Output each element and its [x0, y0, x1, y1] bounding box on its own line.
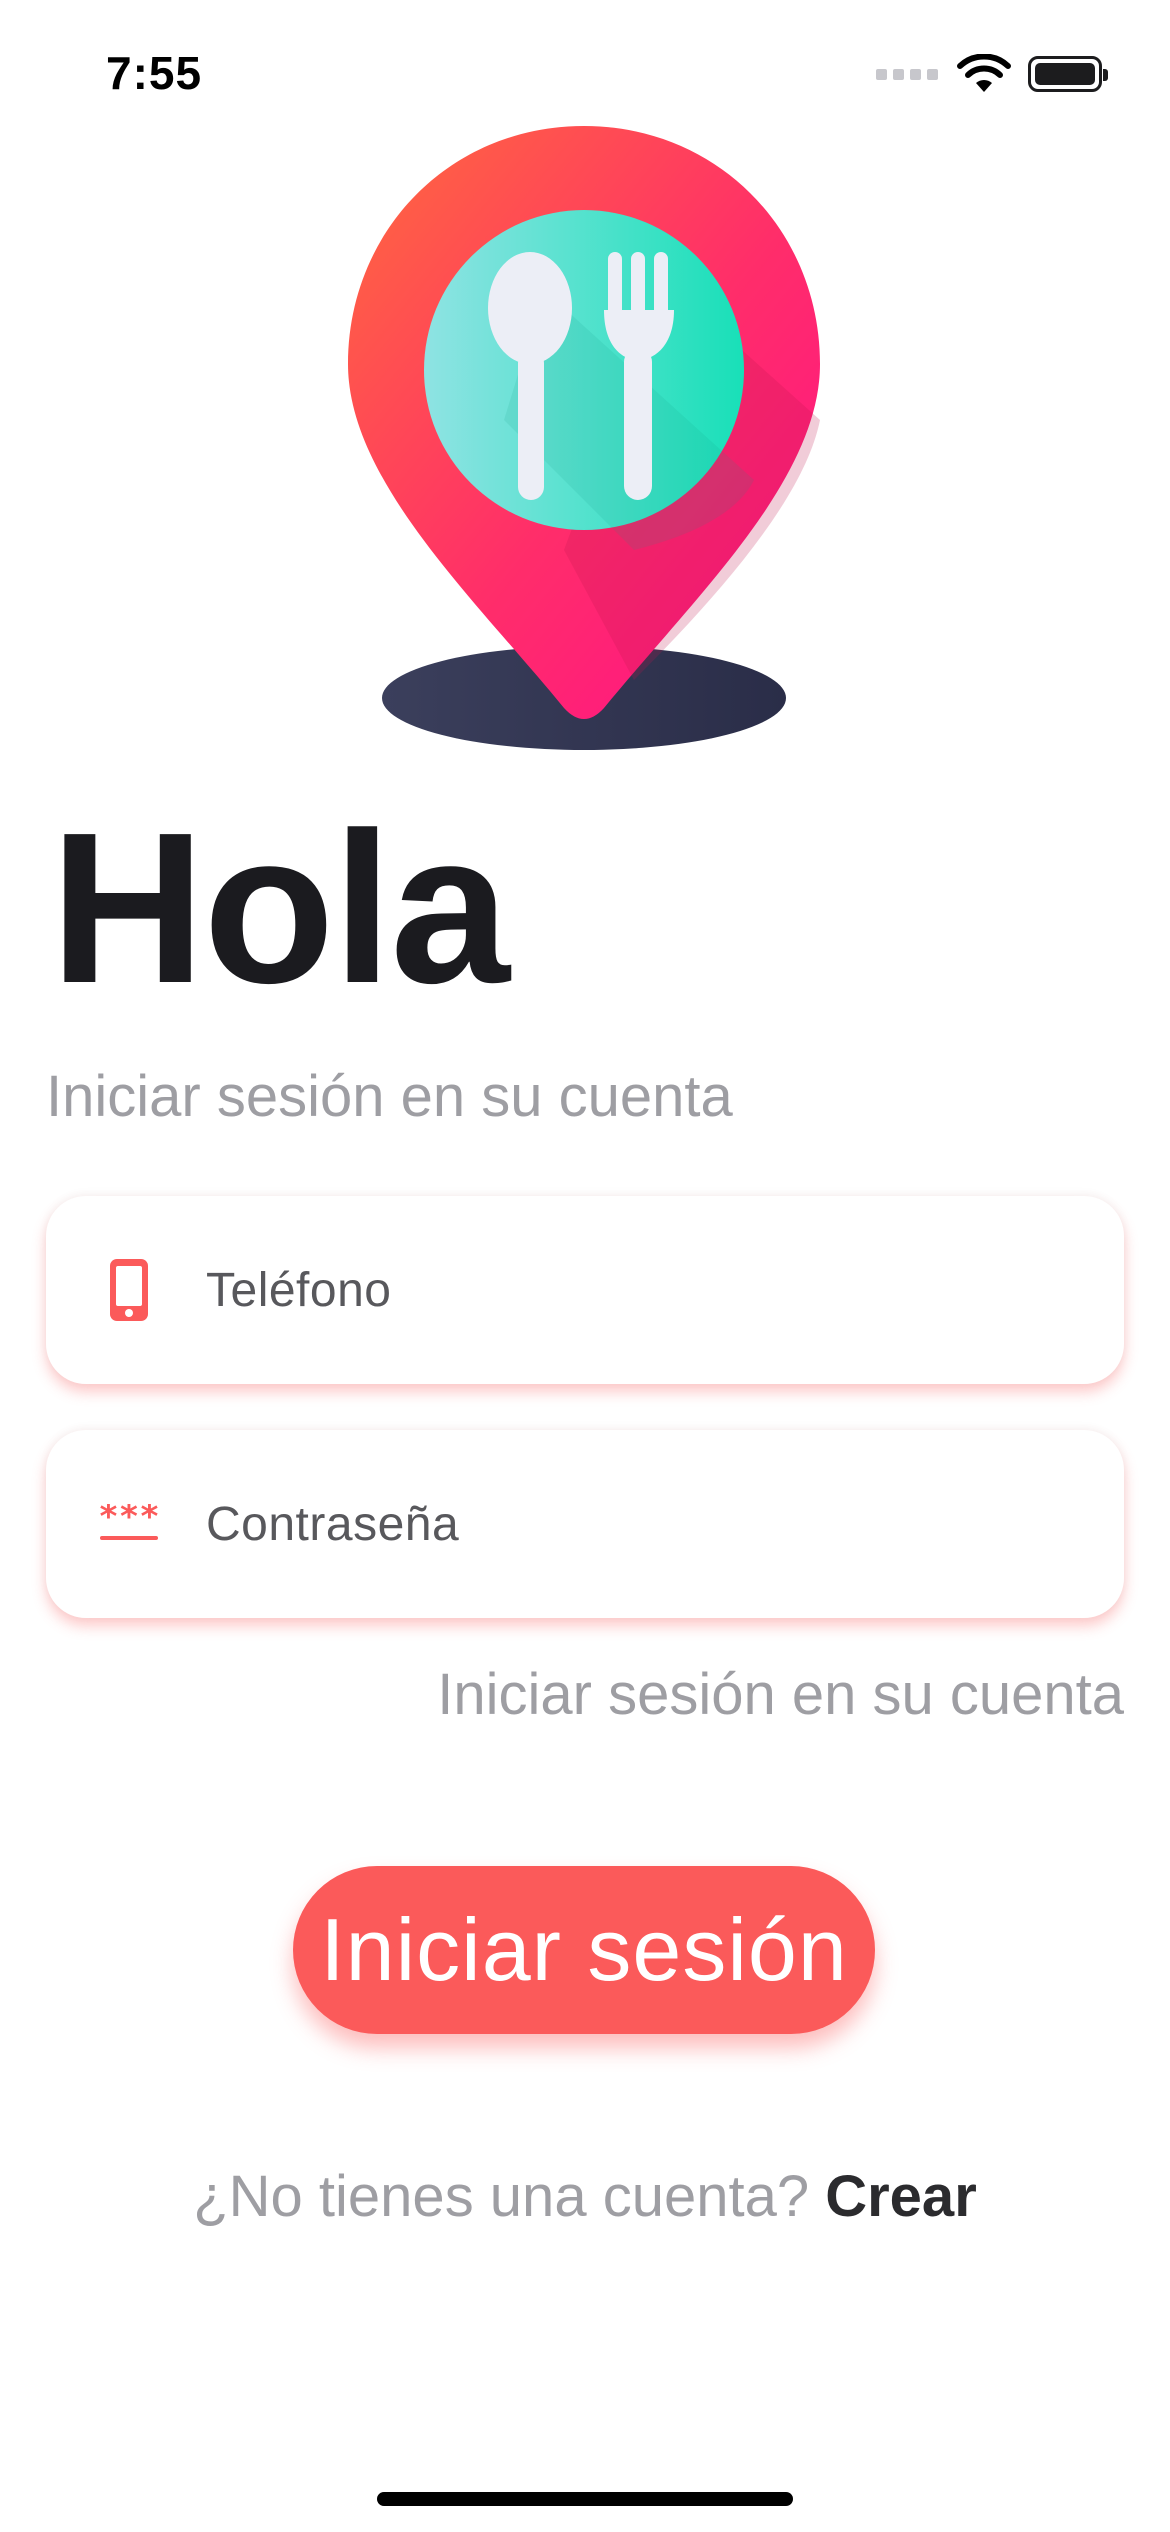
battery-icon	[1028, 56, 1108, 92]
login-button[interactable]: Iniciar sesión	[293, 1866, 875, 2034]
svg-text:***: ***	[98, 1504, 159, 1537]
wifi-icon	[957, 54, 1011, 92]
page-title: Hola	[50, 787, 510, 1028]
phone-placeholder: Teléfono	[206, 1263, 392, 1317]
phone-input[interactable]: Teléfono	[46, 1196, 1124, 1384]
restaurant-pin-logo	[348, 126, 820, 750]
password-placeholder: Contraseña	[206, 1497, 460, 1551]
password-input[interactable]: *** Contraseña	[46, 1430, 1124, 1618]
forgot-password-link[interactable]: Iniciar sesión en su cuenta	[437, 1666, 1124, 1724]
password-icon: ***	[92, 1504, 166, 1544]
create-account-link[interactable]: Crear	[825, 2164, 977, 2229]
login-screen: 7:55 Hola Iniciar sesión en su cuenta Te…	[0, 0, 1170, 2532]
page-subtitle: Iniciar sesión en su cuenta	[46, 1064, 733, 1129]
signup-row: ¿No tienes una cuenta? Crear	[0, 2168, 1170, 2226]
status-icons	[876, 54, 1108, 94]
status-time: 7:55	[106, 47, 203, 99]
cellular-signal-icon	[876, 68, 938, 80]
phone-icon	[92, 1257, 166, 1323]
signup-prompt: ¿No tienes una cuenta?	[193, 2164, 810, 2229]
home-indicator	[377, 2492, 793, 2506]
